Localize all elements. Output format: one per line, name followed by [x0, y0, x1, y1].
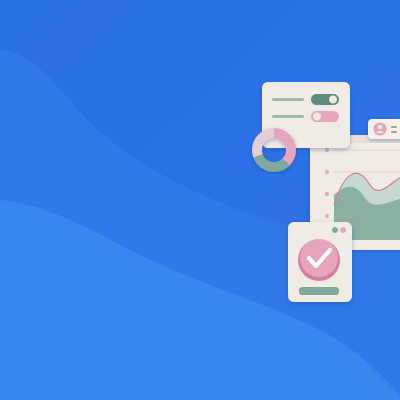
axis-dot [325, 170, 329, 174]
avatar-icon [377, 124, 383, 130]
illustration-canvas [0, 0, 400, 400]
toggle-off[interactable] [311, 111, 339, 122]
status-dot [340, 227, 346, 233]
axis-dot [325, 214, 329, 218]
toggle-on[interactable] [311, 94, 339, 105]
axis-dot [325, 192, 329, 196]
setting-line [272, 115, 304, 118]
axis-dot [325, 148, 329, 152]
check-card [288, 222, 352, 302]
confirm-button[interactable] [299, 287, 339, 295]
settings-card [262, 82, 350, 148]
status-dot [332, 227, 338, 233]
user-chip [368, 119, 400, 139]
hero-illustration [0, 0, 400, 400]
setting-line [272, 98, 304, 101]
